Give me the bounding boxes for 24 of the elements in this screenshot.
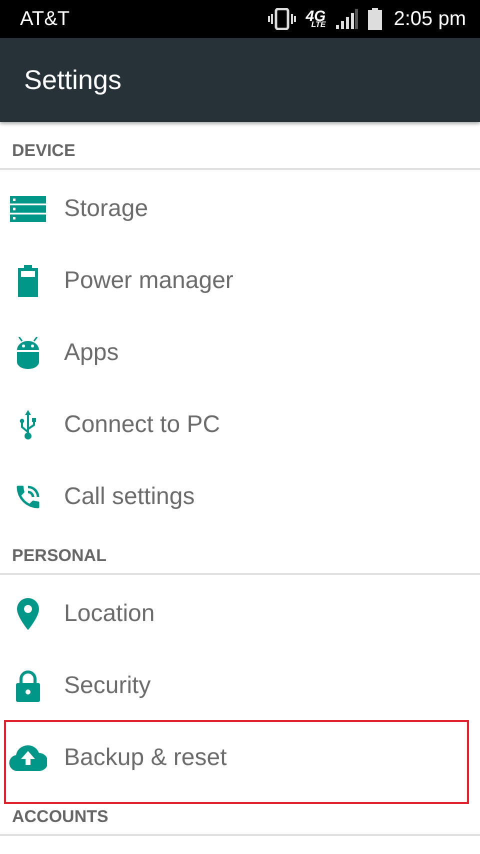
robot-icon [17, 337, 39, 369]
settings-item[interactable]: Apps [0, 317, 480, 389]
lock-icon [16, 670, 40, 702]
section-header: DEVICE [12, 141, 76, 160]
storage-icon [10, 196, 46, 222]
settings-item[interactable]: Call settings [0, 461, 480, 533]
app-bar-title: Settings [24, 64, 122, 96]
location-pin-icon [17, 598, 39, 630]
section-header: PERSONAL [12, 546, 106, 565]
clock-time: 2:05 pm [394, 8, 466, 30]
vibrate-icon [268, 8, 296, 30]
cloud-upload-icon [9, 745, 47, 771]
settings-item[interactable]: Security [0, 650, 480, 722]
settings-item[interactable]: Location [0, 578, 480, 650]
settings-item[interactable]: Power manager [0, 245, 480, 317]
battery-icon [18, 265, 38, 297]
carrier-name: AT&T [20, 8, 70, 30]
usb-icon [19, 410, 37, 440]
settings-item[interactable]: Connect to PC [0, 389, 480, 461]
settings-item[interactable]: Backup & reset [0, 722, 480, 794]
battery-icon [368, 8, 382, 30]
section-header: ACCOUNTS [12, 807, 108, 826]
signal-icon [336, 9, 358, 29]
settings-item[interactable]: Storage [0, 173, 480, 245]
